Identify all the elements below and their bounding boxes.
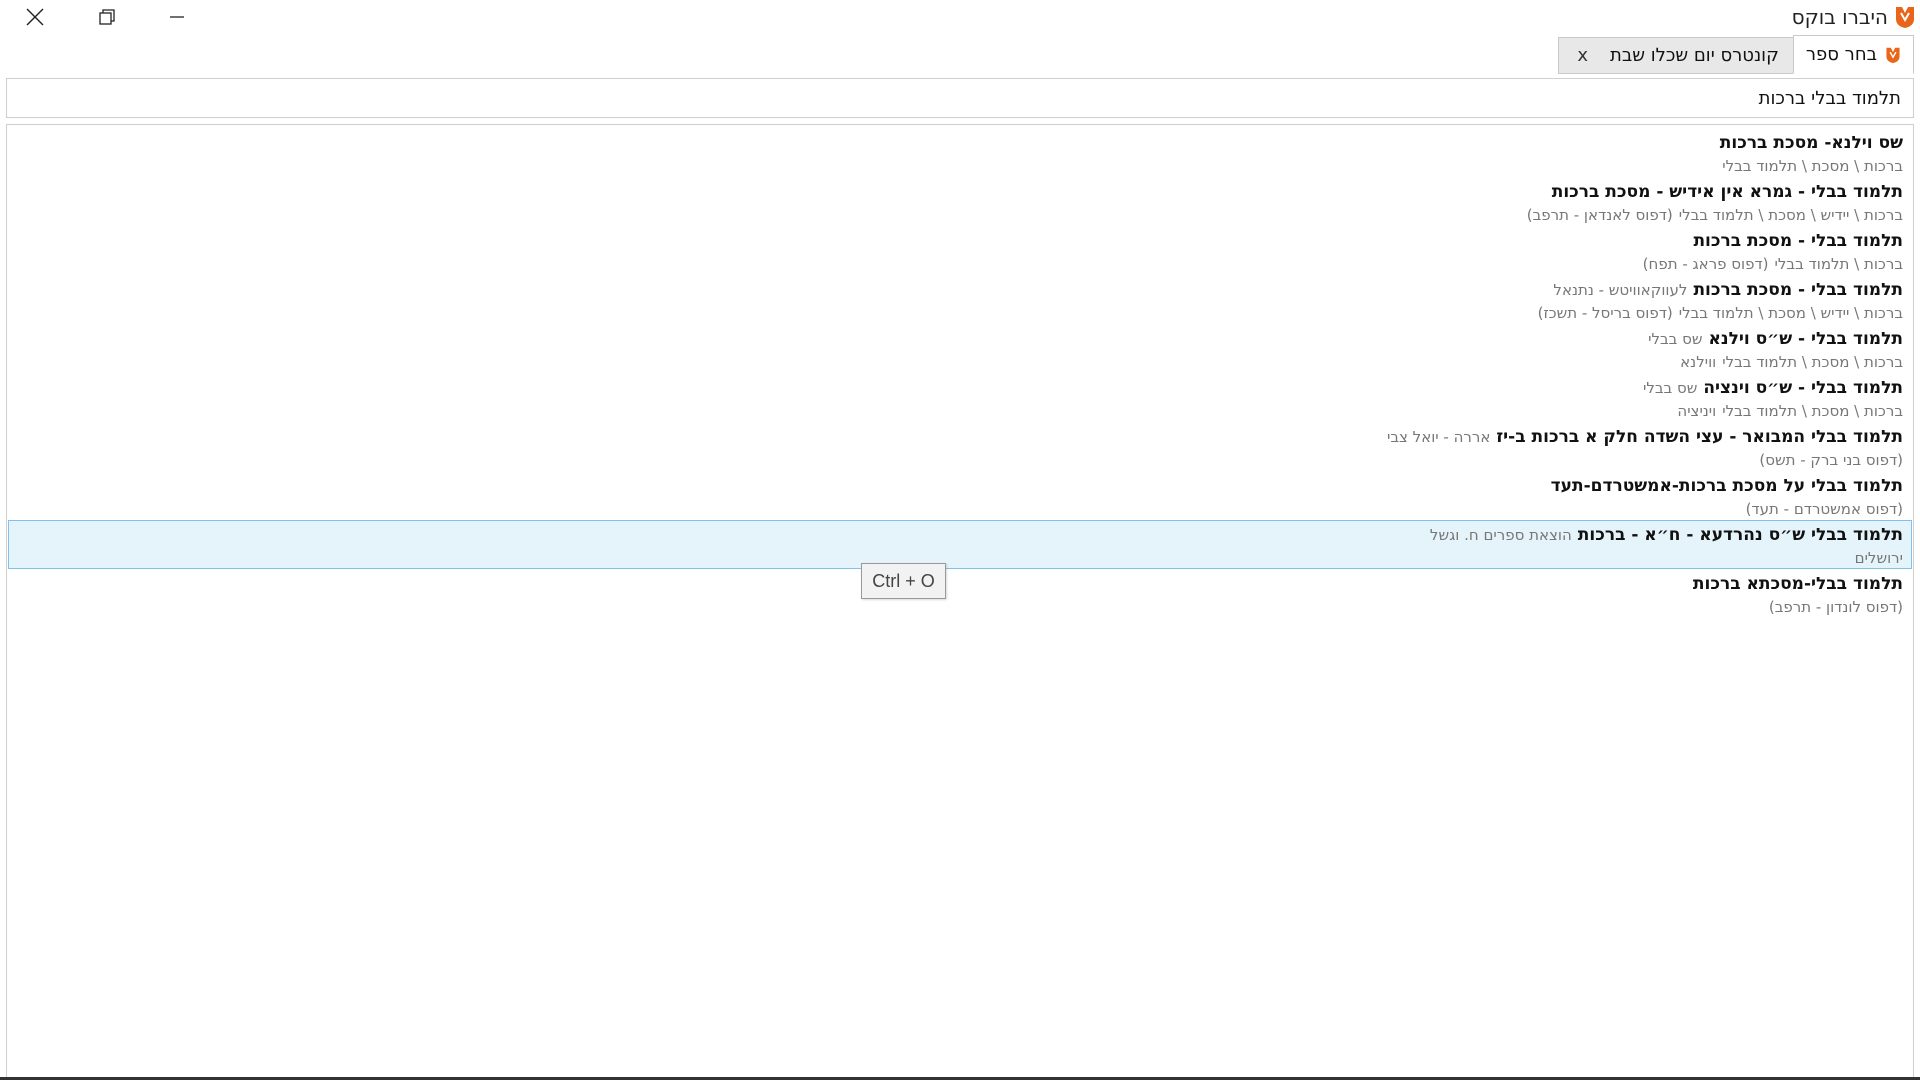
result-item[interactable]: תלמוד בבלי - ש״ס וינציה שס בבלי ברכות \ מס… <box>8 373 1912 422</box>
restore-icon <box>99 9 115 25</box>
result-edition: ויניציה <box>1677 402 1717 420</box>
app-title-text: היברו בוקס <box>1791 5 1888 29</box>
app-logo-icon <box>1886 47 1900 63</box>
result-title-line: תלמוד בבלי - גמרא אין אידיש - מסכת ברכות <box>17 180 1903 204</box>
result-author: שס בבלי <box>1648 330 1703 348</box>
result-meta-line: ברכות \ תלמוד בבלי (דפוס פראג - תפח) <box>17 253 1903 275</box>
result-title-line: תלמוד בבלי המבואר - עצי השדה חלק א ברכות… <box>17 425 1903 449</box>
result-title: תלמוד בבלי-מסכתא ברכות <box>1692 574 1903 594</box>
search-input[interactable] <box>7 79 1913 117</box>
result-item[interactable]: תלמוד בבלי - גמרא אין אידיש - מסכת ברכות… <box>8 177 1912 226</box>
result-title: תלמוד בבלי - מסכת ברכות <box>1693 231 1903 251</box>
result-author: אררה - יואל צבי <box>1386 428 1491 446</box>
result-title: תלמוד בבלי - ש״ס וילנא <box>1708 329 1903 349</box>
app-logo-icon <box>1896 7 1914 28</box>
result-edition: (דפוס בריסל - תשכז) <box>1537 304 1673 322</box>
result-author: לעווקאוויטש - נתנאל <box>1553 281 1688 299</box>
result-title: תלמוד בבלי - גמרא אין אידיש - מסכת ברכות <box>1551 182 1903 202</box>
search-box <box>6 78 1914 118</box>
result-path: ברכות \ יידיש \ מסכת \ תלמוד בבלי <box>1678 304 1903 322</box>
result-edition: (דפוס פראג - תפח) <box>1642 255 1769 273</box>
app-title: היברו בוקס <box>1792 4 1916 30</box>
close-icon <box>26 8 44 26</box>
result-title: תלמוד בבלי - ש״ס וינציה <box>1703 378 1903 398</box>
result-title-line: תלמוד בבלי - ש״ס וינציה שס בבלי <box>17 376 1903 400</box>
result-item[interactable]: שס וילנא- מסכת ברכות ברכות \ מסכת \ תלמוד… <box>8 128 1912 177</box>
result-title-line: תלמוד בבלי ש״ס נהרדעא - ח״א - ברכות הוצאת… <box>17 523 1903 547</box>
result-item[interactable]: תלמוד בבלי - מסכת ברכות לעווקאוויטש - נתנ… <box>8 275 1912 324</box>
result-item[interactable]: תלמוד בבלי המבואר - עצי השדה חלק א ברכות… <box>8 422 1912 471</box>
tab-strip: בחר ספר קונטרס יום שכלו שבת x <box>1558 35 1914 74</box>
result-edition: (דפוס בני ברק - תשס) <box>1759 451 1903 469</box>
result-item[interactable]: תלמוד בבלי - ש״ס וילנא שס בבלי ברכות \ מסכ… <box>8 324 1912 373</box>
result-item[interactable]: תלמוד בבלי ש״ס נהרדעא - ח״א - ברכות הוצאת… <box>8 520 1912 569</box>
result-meta-line: ברכות \ מסכת \ תלמוד בבלי <box>17 155 1903 177</box>
minimize-window-button[interactable] <box>142 0 212 34</box>
minimize-icon <box>170 16 184 18</box>
result-title: שס וילנא- מסכת ברכות <box>1719 133 1903 153</box>
result-author: הוצאת ספרים ח. וגשל <box>1429 526 1572 544</box>
result-meta-line: (דפוס לונדון - תרפב) <box>17 596 1903 618</box>
result-title: תלמוד בבלי המבואר - עצי השדה חלק א ברכות… <box>1496 427 1903 447</box>
result-author: שס בבלי <box>1643 379 1698 397</box>
result-meta-line: ירושלים <box>17 547 1903 569</box>
shortcut-tooltip: Ctrl + O <box>861 563 946 599</box>
title-bar: היברו בוקס <box>0 0 1920 34</box>
tab-choose-book[interactable]: בחר ספר <box>1792 35 1914 74</box>
tab-close-button[interactable]: x <box>1573 45 1592 66</box>
result-title-line: תלמוד בבלי - מסכת ברכות לעווקאוויטש - נתנ… <box>17 278 1903 302</box>
result-path: ברכות \ מסכת \ תלמוד בבלי <box>1722 157 1903 175</box>
result-edition: ירושלים <box>1854 549 1903 567</box>
result-title-line: תלמוד בבלי - מסכת ברכות <box>17 229 1903 253</box>
result-item[interactable]: תלמוד בבלי-מסכתא ברכות (דפוס לונדון - תרפ… <box>8 569 1912 618</box>
result-title-line: תלמוד בבלי על מסכת ברכות-אמשטרדם-תעד <box>17 474 1903 498</box>
result-meta-line: ברכות \ יידיש \ מסכת \ תלמוד בבלי (דפוס ב… <box>17 302 1903 324</box>
result-title-line: תלמוד בבלי-מסכתא ברכות <box>17 572 1903 596</box>
result-item[interactable]: תלמוד בבלי על מסכת ברכות-אמשטרדם-תעד (דפו… <box>8 471 1912 520</box>
restore-window-button[interactable] <box>72 0 142 34</box>
result-path: ברכות \ תלמוד בבלי <box>1774 255 1903 273</box>
tooltip-text: Ctrl + O <box>872 570 935 591</box>
result-title: תלמוד בבלי ש״ס נהרדעא - ח״א - ברכות <box>1577 525 1903 545</box>
result-title-line: תלמוד בבלי - ש״ס וילנא שס בבלי <box>17 327 1903 351</box>
result-edition: (דפוס אמשטרדם - תעד) <box>1745 500 1903 518</box>
result-title-line: שס וילנא- מסכת ברכות <box>17 131 1903 155</box>
result-title: תלמוד בבלי על מסכת ברכות-אמשטרדם-תעד <box>1550 476 1903 496</box>
result-meta-line: (דפוס בני ברק - תשס) <box>17 449 1903 471</box>
tab-book-document[interactable]: קונטרס יום שכלו שבת x <box>1558 37 1793 74</box>
result-path: ברכות \ יידיש \ מסכת \ תלמוד בבלי <box>1678 206 1903 224</box>
close-window-button[interactable] <box>0 0 70 34</box>
result-edition: (דפוס לונדון - תרפב) <box>1768 598 1903 616</box>
result-meta-line: (דפוס אמשטרדם - תעד) <box>17 498 1903 520</box>
result-meta-line: ברכות \ מסכת \ תלמוד בבלי ויניציה <box>17 400 1903 422</box>
result-edition: ווילנא <box>1680 353 1717 371</box>
results-items: שס וילנא- מסכת ברכות ברכות \ מסכת \ תלמוד… <box>7 125 1913 618</box>
tab-label: קונטרס יום שכלו שבת <box>1610 45 1779 66</box>
result-path: ברכות \ מסכת \ תלמוד בבלי <box>1722 353 1903 371</box>
tab-label: בחר ספר <box>1805 44 1877 65</box>
result-path: ברכות \ מסכת \ תלמוד בבלי <box>1722 402 1903 420</box>
result-edition: (דפוס לאנדאן - תרפב) <box>1526 206 1673 224</box>
results-list[interactable]: שס וילנא- מסכת ברכות ברכות \ מסכת \ תלמוד… <box>6 124 1914 1078</box>
result-meta-line: ברכות \ מסכת \ תלמוד בבלי ווילנא <box>17 351 1903 373</box>
result-item[interactable]: תלמוד בבלי - מסכת ברכות ברכות \ תלמוד בבל… <box>8 226 1912 275</box>
result-title: תלמוד בבלי - מסכת ברכות <box>1693 280 1903 300</box>
result-meta-line: ברכות \ יידיש \ מסכת \ תלמוד בבלי (דפוס ל… <box>17 204 1903 226</box>
